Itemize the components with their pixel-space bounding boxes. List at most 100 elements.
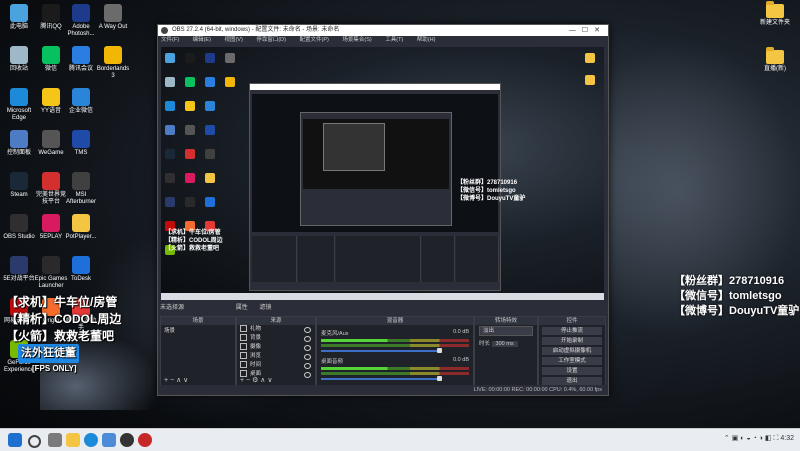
virtual-camera-button[interactable]: 启动虚拟摄像机	[542, 347, 602, 355]
file-explorer-icon[interactable]	[66, 433, 80, 447]
stop-streaming-button[interactable]: 停止推流	[542, 327, 602, 335]
desktop-item-control-panel[interactable]: 控制面板	[2, 130, 36, 157]
desktop-item-tms[interactable]: TMS	[64, 130, 98, 157]
settings-button[interactable]: 设置	[542, 367, 602, 375]
desktop-item-steam[interactable]: Steam	[2, 172, 36, 199]
menu-edit[interactable]: 编辑(E)	[193, 37, 211, 43]
mixer-channel-mic[interactable]: 麦克风/Aux 0.0 dB	[321, 329, 469, 353]
tray-clock[interactable]: 4:32	[780, 435, 794, 442]
preview-wecom-icon	[205, 101, 215, 111]
studio-mode-button[interactable]: 工作室模式	[542, 357, 602, 365]
preview-recycle-bin-icon	[165, 77, 175, 87]
scene-item[interactable]: 场景	[161, 325, 235, 335]
obs-docks: 未选择源 属性 滤镜 场景 场景 + − ∧ ∨ 来源 礼物 背景 摄像 浏览 …	[158, 302, 608, 386]
source-item-camera[interactable]: 摄像	[237, 343, 315, 352]
eye-icon	[304, 363, 311, 369]
source-item-gift[interactable]: 礼物	[237, 325, 315, 334]
desktop-item-wechat[interactable]: 微信	[34, 46, 68, 73]
window-controls[interactable]: —☐✕	[569, 25, 606, 36]
gift-line-1: 【求机】牛车位/房管	[6, 295, 118, 309]
desktop-item-label: PotPlayer...	[65, 234, 97, 240]
desktop-item-borderlands[interactable]: Borderlands 3	[96, 46, 130, 80]
desktop-item-label: 5EPLAY	[39, 234, 63, 240]
search-icon[interactable]	[28, 435, 41, 448]
nested-obs-window	[300, 112, 452, 226]
preview-yy-icon	[185, 101, 195, 111]
desktop-item-a-way-out[interactable]: A Way Out	[96, 4, 130, 31]
desktop-item-photoshop[interactable]: Adobe Photosh...	[64, 4, 98, 38]
preview-todesk-icon	[205, 197, 215, 207]
menu-scene-collection[interactable]: 场景集合(S)	[342, 37, 371, 43]
task-view-icon[interactable]	[48, 433, 62, 447]
desktop-item-folder[interactable]: 新建文件夹	[758, 1, 792, 27]
text-source-icon	[240, 325, 247, 333]
desktop-item-computer[interactable]: 此电脑	[2, 4, 36, 31]
browser-icon[interactable]	[102, 433, 116, 447]
edge-icon	[10, 88, 28, 106]
menu-view[interactable]: 视图(V)	[224, 37, 242, 43]
preview-taskbar	[161, 293, 604, 300]
desktop-item-wecom[interactable]: 企业微信	[64, 88, 98, 115]
menu-file[interactable]: 文件(F)	[161, 37, 179, 43]
properties-button[interactable]: 属性	[236, 305, 248, 311]
desktop-item-5e-platform[interactable]: 5E对战平台	[2, 256, 36, 283]
menu-docks[interactable]: 停靠窗口(D)	[256, 37, 286, 43]
desktop-item-epic[interactable]: Epic Games Launcher	[34, 256, 68, 290]
stream-info-overlay: 【粉丝群】278710916 【微信号】tomletsgo 【微博号】Douyu…	[674, 274, 799, 319]
desktop-item-5eplay[interactable]: 5EPLAY	[34, 214, 68, 241]
tray-icons[interactable]: ⌃ ▣ ◐ ◒ ◔ ◑ ◧ ⛶	[724, 435, 780, 442]
desktop-item-perfect-world[interactable]: 完美世界竞技平台	[34, 172, 68, 206]
desktop-item-todesk[interactable]: ToDesk	[64, 256, 98, 283]
source-item-browser[interactable]: 浏览	[237, 352, 315, 361]
source-item-background[interactable]: 背景	[237, 334, 315, 343]
obs-preview[interactable]: 【粉丝群】278710916 【微信号】tomletsgo 【微博号】Douyu…	[161, 47, 604, 300]
desktop-item-qq[interactable]: 腾讯QQ	[34, 4, 68, 31]
source-item-time[interactable]: 时间	[237, 361, 315, 370]
desktop-item-yy[interactable]: YY语音	[34, 88, 68, 115]
desktop-item-edge[interactable]: Microsoft Edge	[2, 88, 36, 122]
scenes-toolbar[interactable]: + − ∧ ∨	[161, 377, 235, 385]
start-icon[interactable]	[8, 433, 22, 447]
preview-computer-icon	[165, 53, 175, 63]
desktop-item-wegame[interactable]: WeGame	[34, 130, 68, 157]
exit-button[interactable]: 退出	[542, 377, 602, 385]
desktop-item-label: Epic Games Launcher	[34, 276, 68, 289]
start-recording-button[interactable]: 开始录制	[542, 337, 602, 345]
desktop-item-folder[interactable]: 直播(新)	[758, 47, 792, 73]
edge-icon[interactable]	[84, 433, 98, 447]
volume-slider[interactable]	[321, 348, 443, 353]
gift-line-3: 【火箭】救救老董吧	[6, 329, 115, 343]
app-taskbar-icon[interactable]	[138, 433, 152, 447]
obs-window[interactable]: OBS 27.2.4 (64-bit, windows) - 配置文件: 未命名…	[157, 24, 609, 396]
desktop-item-label: MSI Afterburner	[65, 192, 96, 205]
preview-perfect-world-icon	[185, 149, 195, 159]
desktop-item-tencent-meeting[interactable]: 腾讯会议	[64, 46, 98, 73]
computer-icon	[10, 4, 28, 22]
desktop-item-obs[interactable]: OBS Studio	[2, 214, 36, 241]
fps-only-label: [FPS ONLY]	[32, 364, 77, 373]
preview-obs-icon	[165, 173, 175, 183]
menu-tools[interactable]: 工具(T)	[385, 37, 403, 43]
obs-taskbar-icon[interactable]	[120, 433, 134, 447]
gift-line-2: 【精析】CODOL周边	[6, 312, 122, 326]
menu-help[interactable]: 帮助(H)	[417, 37, 436, 43]
display-source-icon	[240, 370, 247, 378]
filters-button[interactable]: 滤镜	[259, 305, 271, 311]
preview-tencent-meeting-icon	[205, 77, 215, 87]
desktop-item-label: 回收站	[9, 66, 28, 72]
desktop-item-recycle-bin[interactable]: 回收站	[2, 46, 36, 73]
duration-field[interactable]: 时长 300 ms	[479, 339, 533, 347]
mixer-channel-desktop[interactable]: 桌面音频 0.0 dB	[321, 357, 469, 381]
system-tray[interactable]: ⌃ ▣ ◐ ◒ ◔ ◑ ◧ ⛶ 4:32	[724, 434, 794, 443]
desktop-item-potplayer[interactable]: PotPlayer...	[64, 214, 98, 241]
eye-icon	[304, 336, 311, 342]
menu-profile[interactable]: 配置文件(P)	[299, 37, 328, 43]
volume-slider[interactable]	[321, 376, 443, 381]
wecom-icon	[72, 88, 90, 106]
sources-toolbar[interactable]: + − ⚙ ∧ ∨	[237, 377, 315, 385]
desktop-item-label: A Way Out	[98, 24, 128, 30]
desktop-item-msi[interactable]: MSI Afterburner	[64, 172, 98, 206]
transition-select[interactable]: 淡出	[479, 326, 533, 336]
desktop-item-label: WeGame	[38, 150, 64, 156]
obs-title-bar[interactable]: OBS 27.2.4 (64-bit, windows) - 配置文件: 未命名…	[158, 25, 608, 36]
